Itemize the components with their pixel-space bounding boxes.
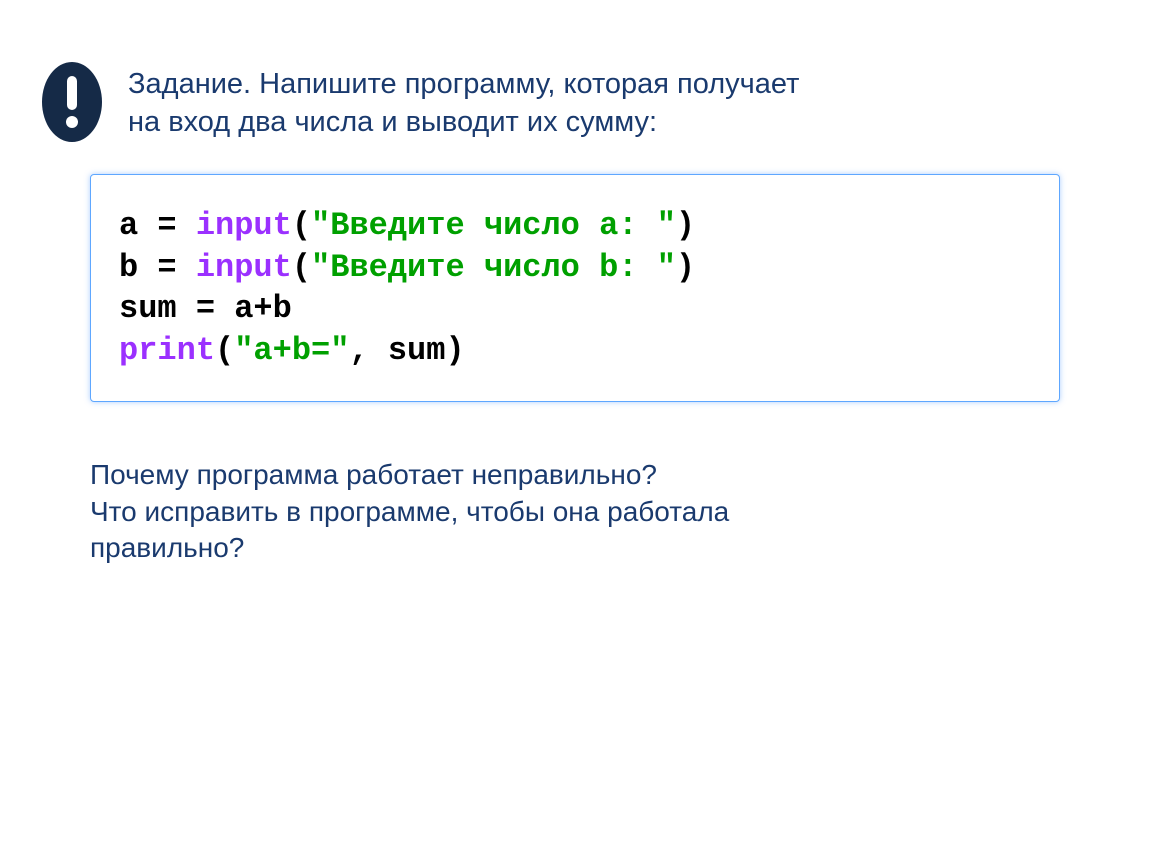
task-line-2: на вход два числа и выводит их сумму: <box>128 106 657 138</box>
task-header: Задание. Напишите программу, которая пол… <box>0 0 1150 144</box>
code-line-4: print("a+b=", sum) <box>119 332 465 369</box>
question-line-2: Что исправить в программе, чтобы она раб… <box>90 494 1060 530</box>
question-line-1: Почему программа работает неправильно? <box>90 457 1060 493</box>
code-block: a = input("Введите число a: ") b = input… <box>90 174 1060 402</box>
code-line-3: sum = a+b <box>119 290 292 327</box>
question-text: Почему программа работает неправильно? Ч… <box>90 457 1060 566</box>
code-line-1: a = input("Введите число a: ") <box>119 207 695 244</box>
question-line-3: правильно? <box>90 530 1060 566</box>
code-line-2: b = input("Введите число b: ") <box>119 249 695 286</box>
exclamation-icon <box>40 60 104 144</box>
task-line-1: Задание. Напишите программу, которая пол… <box>128 68 799 100</box>
task-text: Задание. Напишите программу, которая пол… <box>128 60 799 141</box>
